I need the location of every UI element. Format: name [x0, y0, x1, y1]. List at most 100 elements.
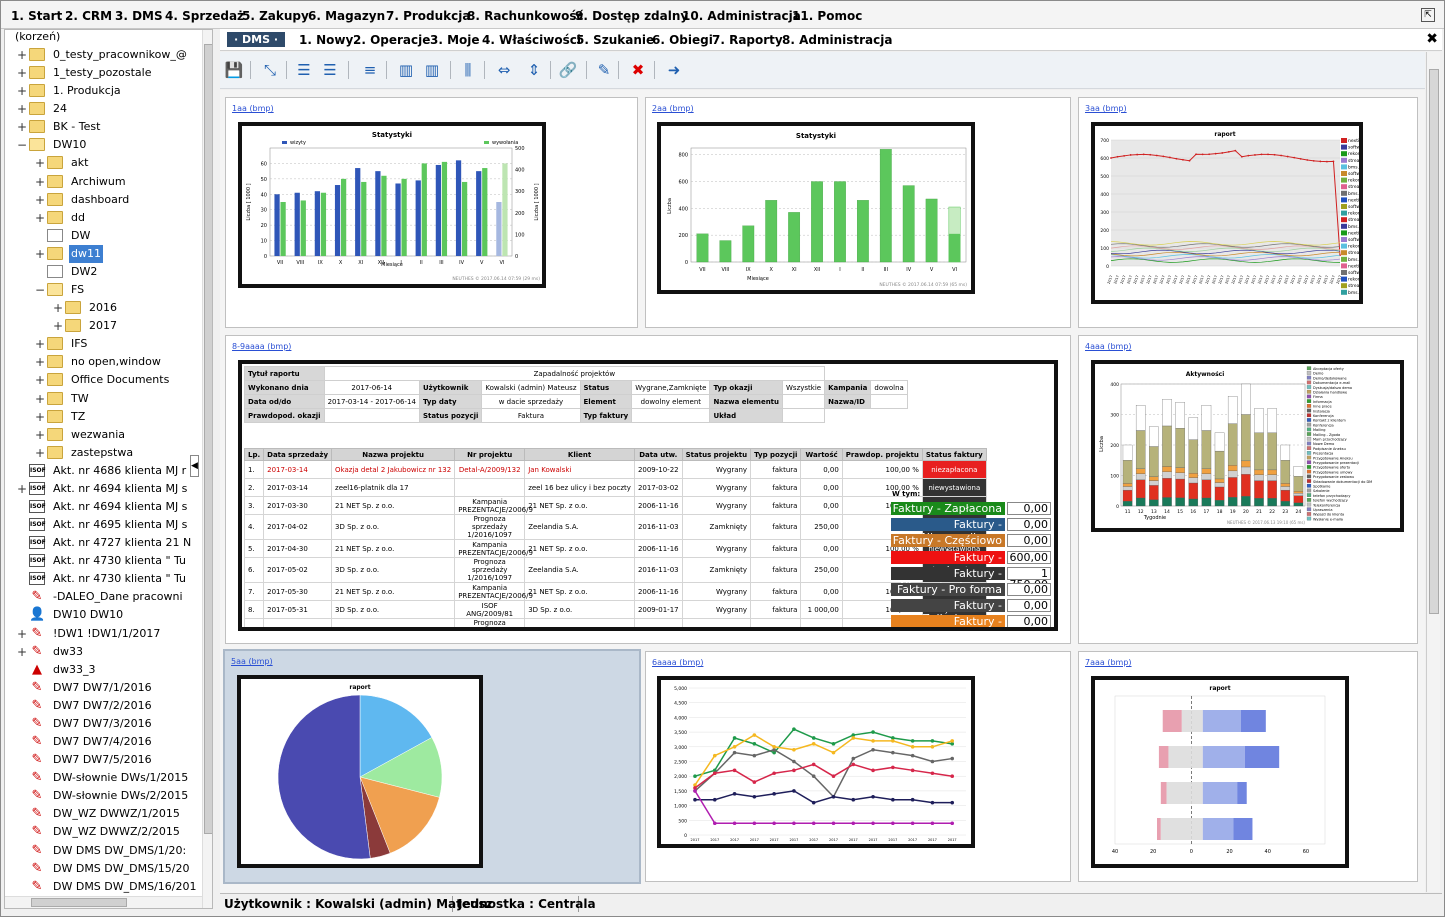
dms-menu-item-5[interactable]: 5. Szukanie — [576, 33, 654, 47]
edit-pencil-icon[interactable]: ✎ — [594, 60, 614, 80]
dms-menu-item-4[interactable]: 4. Właściwości — [482, 33, 581, 47]
expand-icon[interactable]: + — [53, 317, 63, 335]
dms-menu-item-6[interactable]: 6. Obiegi — [652, 33, 713, 47]
expand-icon[interactable]: + — [35, 353, 45, 371]
tree-scroll-thumb[interactable] — [204, 44, 212, 834]
tree-item[interactable]: +1. Produkcja — [5, 82, 201, 100]
expand-icon[interactable]: + — [35, 408, 45, 426]
delete-icon[interactable]: ✖ — [628, 60, 648, 80]
tree-item[interactable]: + akt — [5, 154, 201, 172]
dms-menu-item-2[interactable]: 2. Operacje — [353, 33, 430, 47]
tree-item[interactable]: ISOF Akt. nr 4694 klienta MJ s — [5, 498, 201, 516]
menu-item-2[interactable]: 2. CRM — [65, 9, 112, 23]
tree-item[interactable]: ▲ dw33_3 — [5, 661, 201, 679]
tree-item[interactable]: + IFS — [5, 335, 201, 353]
tree-item[interactable]: + Archiwum — [5, 173, 201, 191]
table-row[interactable]: 1. 2017-03-14 Okazja detal 2 Jakubowicz nr… — [243, 460, 987, 479]
menu-item-4[interactable]: 4. Sprzedaż — [165, 9, 244, 23]
tree-item[interactable]: + ✎ dw33 — [5, 643, 201, 661]
dms-menu-item-1[interactable]: 1. Nowy — [299, 33, 353, 47]
menu-item-7[interactable]: 7. Produkcja — [386, 9, 470, 23]
tree-item[interactable]: DW — [5, 227, 201, 245]
tree-item[interactable]: DW2 — [5, 263, 201, 281]
main-scroll-thumb[interactable] — [1429, 69, 1439, 614]
tree-item[interactable]: + dw11 — [5, 244, 201, 263]
dashboard-panel-7aaa[interactable]: 7aaa (bmp) raport 40 20 0 20 40 60 — [1078, 651, 1418, 882]
table-row[interactable]: 8. 2017-05-31 3D Sp. z o.o. ISOF ANG/2009/8… — [243, 600, 987, 619]
expand-icon[interactable]: + — [35, 426, 45, 444]
column-header[interactable]: Klient — [524, 448, 635, 461]
expand-icon[interactable]: + — [17, 118, 27, 136]
expand-icon[interactable]: + — [17, 64, 27, 82]
main-vertical-scrollbar[interactable] — [1426, 52, 1440, 892]
menu-item-8[interactable]: 8. Rachunkowość — [467, 9, 584, 23]
expand-icon[interactable]: + — [35, 390, 45, 408]
panel-link-1aa[interactable]: 1aa (bmp) — [232, 104, 274, 113]
collapse-icon[interactable]: − — [17, 136, 27, 154]
restore-window-icon[interactable]: ⇱ — [1421, 8, 1435, 22]
tree-item[interactable]: ✎ DW DMS DW_DMS/1/20: — [5, 842, 201, 860]
expand-icon[interactable]: + — [17, 480, 27, 498]
dashboard-panel-4aaa[interactable]: 4aaa (bmp) Aktywności 0 100 200 300 400 Liczba… — [1078, 335, 1418, 644]
collapse-icon[interactable]: − — [35, 281, 45, 299]
tree-item[interactable]: + ✎ !DW1 !DW1/1/2017 — [5, 625, 201, 643]
tree-item[interactable]: 👤 DW10 DW10 — [5, 606, 201, 624]
expand-icon[interactable]: + — [35, 245, 45, 263]
tree-item[interactable]: + zastepstwa — [5, 444, 201, 462]
align-center-icon[interactable]: ≡ — [360, 60, 380, 80]
distribute-icon[interactable]: ⫼ — [458, 60, 478, 80]
panel-link-7aaa[interactable]: 7aaa (bmp) — [1085, 658, 1132, 667]
tree-item[interactable]: + ISOF Akt. nr 4694 klienta MJ s — [5, 480, 201, 498]
tree-item[interactable]: ✎ -DALEO_Dane pracowni — [5, 588, 201, 606]
tree-item[interactable]: ✎ DW7 DW7/4/2016 — [5, 733, 201, 751]
dashboard-panel-2aa[interactable]: 2aa (bmp) Statystyki 0 200 400 600 800 Liczba V… — [645, 97, 1071, 328]
column-header[interactable]: Status projektu — [681, 448, 752, 461]
column-header[interactable]: Prawdop. projektu — [841, 448, 923, 461]
panel-link-2aa[interactable]: 2aa (bmp) — [652, 104, 694, 113]
tree-item[interactable]: ✎ DW7 DW7/1/2016 — [5, 679, 201, 697]
size-width-icon[interactable]: ⇔ — [494, 60, 514, 80]
panel-link-5aa[interactable]: 5aa (bmp) — [231, 657, 273, 666]
table-row[interactable]: 5. 2017-04-30 21 NET Sp. z o.o. Kampania PR… — [243, 539, 987, 558]
tree-item[interactable]: + TZ — [5, 408, 201, 426]
collapse-panel-button[interactable]: ◀ — [190, 455, 199, 477]
dashboard-panel-1aa[interactable]: 1aa (bmp) Statystyki 0 10 20 30 40 50 60 0 100 200… — [225, 97, 638, 328]
size-height-icon[interactable]: ⇕ — [524, 60, 544, 80]
align-bottom-right-icon[interactable]: ▥ — [422, 60, 442, 80]
menu-item-5[interactable]: 5. Zakupy — [242, 9, 309, 23]
tree-vertical-scrollbar[interactable] — [202, 30, 212, 908]
menu-item-6[interactable]: 6. Magazyn — [308, 9, 385, 23]
expand-icon[interactable]: + — [35, 191, 45, 209]
tree-item[interactable]: + no open,window — [5, 353, 201, 371]
expand-icon[interactable]: + — [35, 371, 45, 389]
column-header[interactable]: Data utw. — [633, 448, 683, 461]
dashboard-panel-5aa[interactable]: 5aa (bmp) raport — [223, 649, 641, 884]
menu-item-9[interactable]: 9. Dostęp zdalny — [575, 9, 688, 23]
expand-icon[interactable]: + — [17, 82, 27, 100]
dashboard-panel-6aaaa[interactable]: 6aaaa (bmp) 0 500 1,000 1,500 2,000 2,500 3,00… — [645, 651, 1071, 882]
tree-item[interactable]: +1_testy_pozostale — [5, 64, 201, 82]
dms-menu-item-7[interactable]: 7. Raporty — [712, 33, 783, 47]
column-header[interactable]: Data sprzedaży — [263, 448, 333, 461]
dms-menu-item-3[interactable]: 3. Moje — [430, 33, 480, 47]
close-icon[interactable]: ✖ — [1426, 31, 1438, 47]
expand-icon[interactable]: + — [35, 154, 45, 172]
table-row[interactable]: 4. 2017-04-02 3D Sp. z o.o. Prognoza sprzed… — [243, 514, 987, 540]
tree-item[interactable]: ISOF Akt. nr 4686 klienta MJ r — [5, 462, 201, 480]
align-bottom-icon[interactable]: ▥ — [396, 60, 416, 80]
dashboard-panel-8-9aaaa[interactable]: 8-9aaaa (bmp) Tytuł raportu Zapadalność p… — [225, 335, 1071, 644]
column-header[interactable]: Typ pozycji — [750, 448, 802, 461]
tree-item[interactable]: ✎ DW_WZ DWWZ/2/2015 — [5, 823, 201, 841]
expand-icon[interactable]: ⤡ — [260, 60, 280, 80]
align-right-icon[interactable]: ☰ — [320, 60, 340, 80]
expand-icon[interactable]: + — [17, 643, 27, 661]
column-header[interactable]: Nazwa projektu — [331, 448, 456, 461]
panel-link-8-9aaaa[interactable]: 8-9aaaa (bmp) — [232, 342, 291, 351]
tree-item[interactable]: ISOF Akt. nr 4730 klienta " Tu — [5, 570, 201, 588]
tree-item[interactable]: ✎ DW-słownie DWs/1/2015 — [5, 769, 201, 787]
tree-item[interactable]: − FS — [5, 281, 201, 299]
tree-item[interactable]: ISOF Akt. nr 4727 klienta 21 N — [5, 534, 201, 552]
expand-icon[interactable]: + — [17, 625, 27, 643]
expand-icon[interactable]: + — [17, 46, 27, 64]
table-row[interactable]: 2. 2017-03-14 zeel16-platnik dla 17 zeel 16… — [243, 478, 987, 497]
